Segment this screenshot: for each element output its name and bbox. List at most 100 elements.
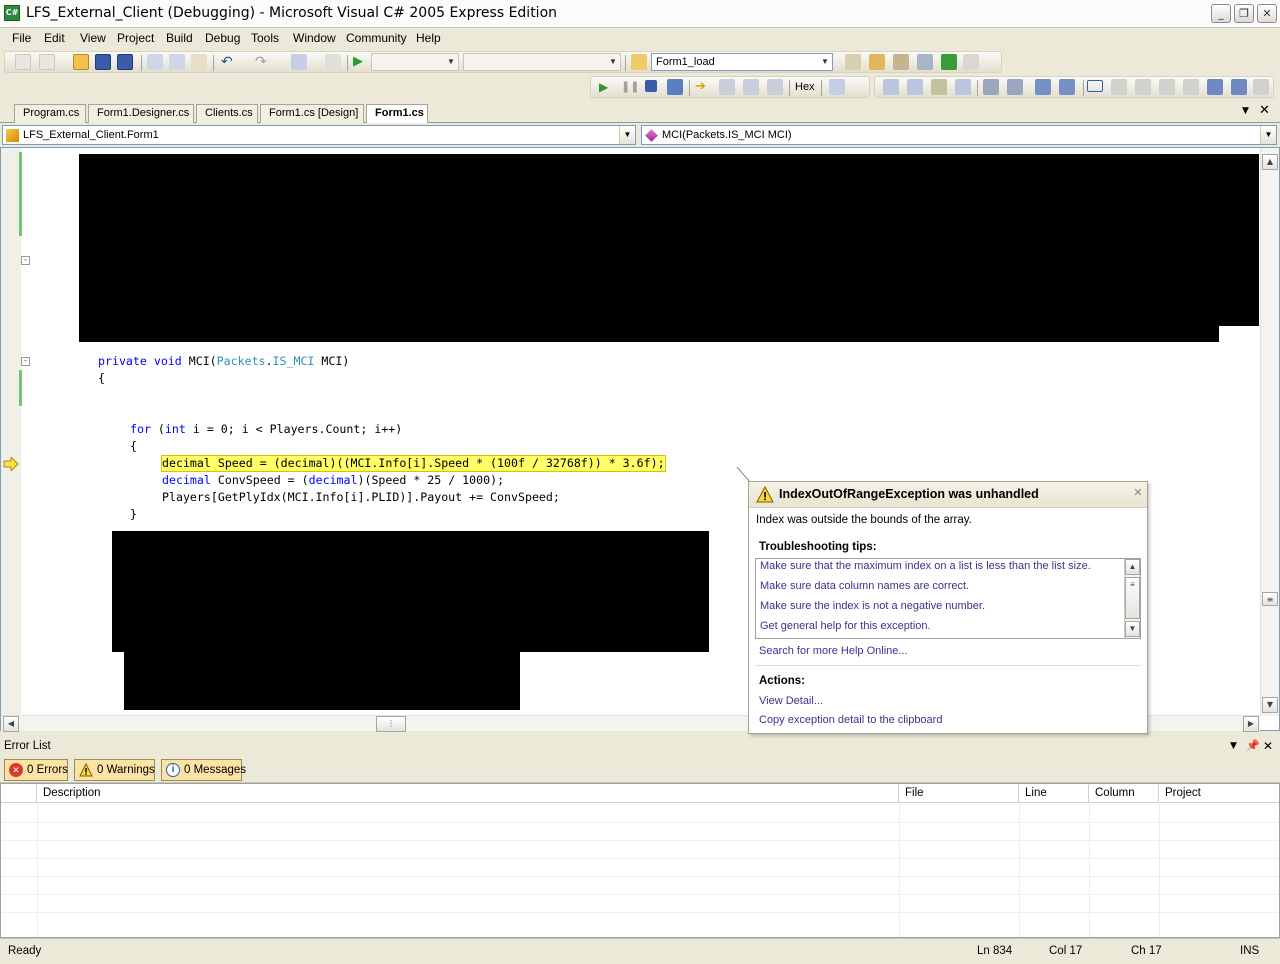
column-header-project[interactable]: Project <box>1159 784 1279 803</box>
close-icon[interactable]: ✕ <box>1132 487 1144 499</box>
menu-help[interactable]: Help <box>416 31 441 45</box>
breakpoints-window-icon[interactable] <box>829 79 845 95</box>
warnings-filter-button[interactable]: 0 Warnings <box>74 759 155 781</box>
comment-out-icon[interactable] <box>1035 79 1051 95</box>
tip-link[interactable]: Make sure the index is not a negative nu… <box>760 600 985 612</box>
tip-link[interactable]: Make sure that the maximum index on a li… <box>760 560 1091 572</box>
toolbox-icon[interactable] <box>917 54 933 70</box>
stop-debugging-icon[interactable] <box>645 80 657 92</box>
continue-icon[interactable]: ▶ <box>599 79 615 95</box>
object-browser-icon[interactable] <box>893 54 909 70</box>
column-header-description[interactable]: Description <box>37 784 899 803</box>
tab-form1-cs[interactable]: Form1.cs <box>366 104 428 124</box>
start-page-icon[interactable] <box>941 54 957 70</box>
break-all-icon[interactable]: ❚❚ <box>621 79 639 95</box>
toggle-bookmark-icon[interactable] <box>1087 80 1103 92</box>
collapse-region-icon[interactable]: - <box>21 357 30 366</box>
scroll-left-icon[interactable]: ◀ <box>3 716 19 732</box>
tab-form1-design[interactable]: Form1.cs [Design] <box>260 104 364 123</box>
tab-clients-cs[interactable]: Clients.cs <box>196 104 258 123</box>
next-bookmark-in-document-icon[interactable] <box>1231 79 1247 95</box>
indicator-margin[interactable] <box>1 148 21 716</box>
copy-icon[interactable] <box>169 54 185 70</box>
show-next-statement-icon[interactable]: ➔ <box>695 79 711 95</box>
navigate-forward-icon[interactable] <box>325 54 341 70</box>
column-header-icon[interactable] <box>1 784 37 803</box>
tab-form1-designer-cs[interactable]: Form1.Designer.cs <box>88 104 194 123</box>
solution-explorer-icon[interactable] <box>845 54 861 70</box>
window-position-icon[interactable]: ▼ <box>1230 741 1237 751</box>
tip-link[interactable]: Get general help for this exception. <box>760 620 931 632</box>
platform-combo[interactable]: ▼ <box>463 53 621 71</box>
menu-view[interactable]: View <box>80 31 106 45</box>
copy-exception-detail-link[interactable]: Copy exception detail to the clipboard <box>759 714 942 726</box>
tip-link[interactable]: Make sure data column names are correct. <box>760 580 969 592</box>
find-in-files-icon[interactable] <box>631 54 647 70</box>
cut-icon[interactable] <box>147 54 163 70</box>
navigate-backward-icon[interactable] <box>291 54 307 70</box>
errors-filter-button[interactable]: ✕ 0 Errors <box>4 759 68 781</box>
uncomment-icon[interactable] <box>1059 79 1075 95</box>
start-debugging-icon[interactable]: ▶ <box>353 54 369 70</box>
solution-configuration-combo[interactable]: ▼ <box>371 53 459 71</box>
step-into-icon[interactable] <box>719 79 735 95</box>
display-quick-info-icon[interactable] <box>931 79 947 95</box>
increase-indent-icon[interactable] <box>1007 79 1023 95</box>
scroll-down-icon[interactable]: ▼ <box>1125 621 1140 637</box>
display-object-member-list-icon[interactable] <box>883 79 899 95</box>
display-word-completion-icon[interactable] <box>955 79 971 95</box>
maximize-button[interactable]: ❐ <box>1234 4 1254 23</box>
search-help-online-link[interactable]: Search for more Help Online... <box>759 645 908 657</box>
step-out-icon[interactable] <box>767 79 783 95</box>
tab-program-cs[interactable]: Program.cs <box>14 104 86 123</box>
scroll-thumb[interactable]: ≡ <box>1262 592 1278 606</box>
scroll-down-icon[interactable]: ▼ <box>1262 697 1278 713</box>
menu-tools[interactable]: Tools <box>251 31 279 45</box>
close-icon[interactable]: ✕ <box>1263 739 1273 753</box>
messages-filter-button[interactable]: i 0 Messages <box>161 759 246 781</box>
scroll-up-icon[interactable]: ▲ <box>1262 154 1278 170</box>
chevron-down-icon[interactable]: ▼ <box>1260 126 1276 144</box>
display-parameter-info-icon[interactable] <box>907 79 923 95</box>
paste-icon[interactable] <box>191 54 207 70</box>
document-outline-icon[interactable] <box>963 54 979 70</box>
tips-scrollbar[interactable]: ▲ ≡ ▼ <box>1124 559 1140 638</box>
previous-bookmark-in-document-icon[interactable] <box>1207 79 1223 95</box>
step-over-icon[interactable] <box>743 79 759 95</box>
scroll-up-icon[interactable]: ▲ <box>1125 559 1140 575</box>
column-header-file[interactable]: File <box>899 784 1019 803</box>
undo-icon[interactable]: ↶ <box>221 54 237 70</box>
next-bookmark-icon[interactable] <box>1135 79 1151 95</box>
close-button[interactable]: ✕ <box>1257 4 1277 23</box>
chevron-down-icon[interactable]: ▼ <box>619 126 635 144</box>
class-dropdown[interactable]: LFS_External_Client.Form1 ▼ <box>2 125 636 145</box>
view-detail-link[interactable]: View Detail... <box>759 695 823 707</box>
member-dropdown[interactable]: MCI(Packets.IS_MCI MCI) ▼ <box>641 125 1277 145</box>
editor-vertical-scrollbar[interactable]: ▲ ≡ ▼ <box>1260 148 1279 716</box>
next-bookmark-folder-icon[interactable] <box>1183 79 1199 95</box>
open-icon[interactable] <box>73 54 89 70</box>
active-files-dropdown-icon[interactable]: ▼ <box>1242 106 1249 116</box>
save-all-icon[interactable] <box>117 54 133 70</box>
menu-window[interactable]: Window <box>293 31 336 45</box>
redo-icon[interactable]: ↷ <box>255 54 271 70</box>
minimize-button[interactable]: _ <box>1211 4 1231 23</box>
collapse-region-icon[interactable]: - <box>21 256 30 265</box>
error-list-grid[interactable]: Description File Line Column Project <box>0 783 1280 938</box>
menu-debug[interactable]: Debug <box>205 31 240 45</box>
close-document-icon[interactable]: ✕ <box>1259 103 1270 118</box>
previous-bookmark-icon[interactable] <box>1111 79 1127 95</box>
new-project-icon[interactable] <box>15 54 31 70</box>
hex-button[interactable]: Hex <box>795 81 815 93</box>
previous-bookmark-folder-icon[interactable] <box>1159 79 1175 95</box>
restart-icon[interactable] <box>667 79 683 95</box>
save-icon[interactable] <box>95 54 111 70</box>
find-combo[interactable]: Form1_load ▼ <box>651 53 833 71</box>
menu-project[interactable]: Project <box>117 31 154 45</box>
menu-community[interactable]: Community <box>346 31 407 45</box>
menu-file[interactable]: File <box>12 31 31 45</box>
column-header-column[interactable]: Column <box>1089 784 1159 803</box>
csharp-icon[interactable]: C# <box>4 5 20 21</box>
pin-icon[interactable]: 📌 <box>1246 739 1260 752</box>
menu-build[interactable]: Build <box>166 31 193 45</box>
